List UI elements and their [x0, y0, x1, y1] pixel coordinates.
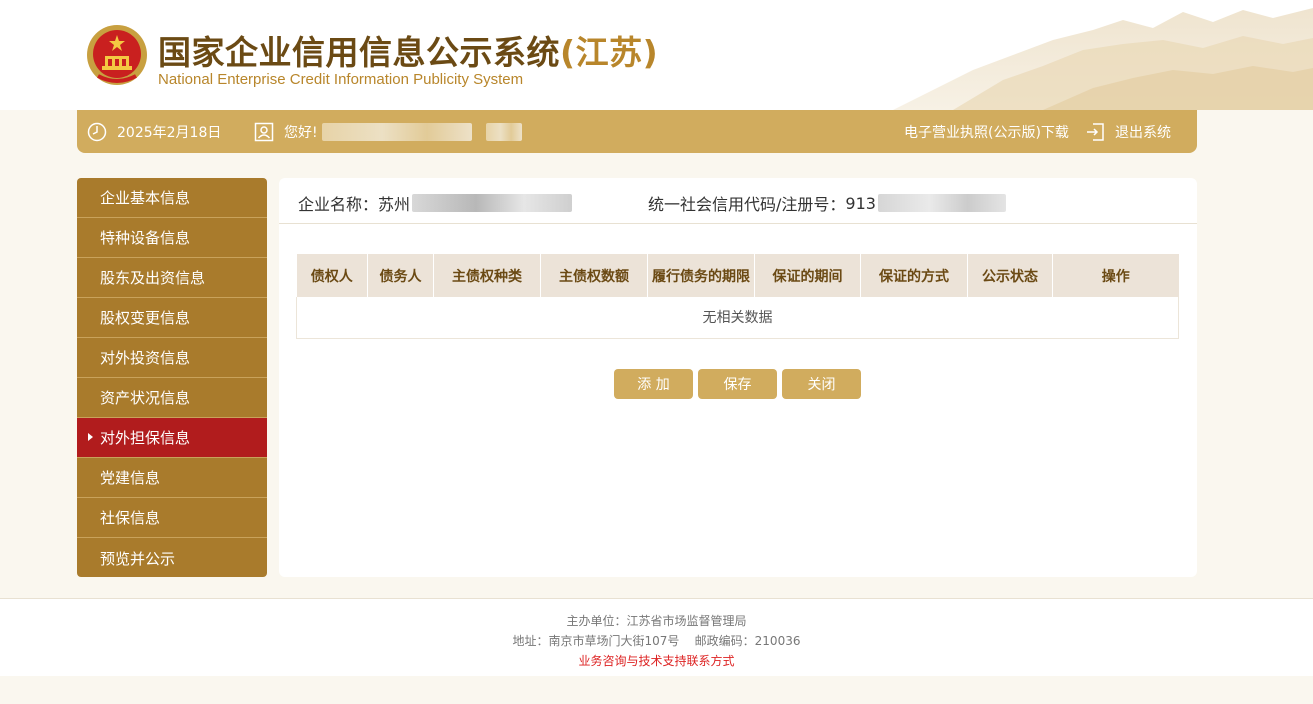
logout-icon — [1087, 122, 1104, 141]
logout-button[interactable]: 退出系统 — [1085, 110, 1171, 153]
sidebar-item-guarantee-label: 对外担保信息 — [100, 429, 191, 447]
sidebar-item-preview-publish[interactable]: 预览并公示 — [77, 538, 267, 577]
close-button[interactable]: 关闭 — [782, 369, 861, 399]
sidebar-item-social-security[interactable]: 社保信息 — [77, 498, 267, 538]
date-text: 2025年2月18日 — [117, 124, 222, 141]
footer-address: 地址：南京市草场门大街107号 邮政编码：210036 — [512, 634, 801, 648]
date-display: 2025年2月18日 — [87, 110, 221, 153]
col-guarantee-period: 保证的期间 — [754, 254, 861, 297]
add-button[interactable]: 添 加 — [614, 369, 693, 399]
table-header-row: 债权人 债务人 主债权种类 主债权数额 履行债务的期限 保证的期间 保证的方式 … — [296, 254, 1179, 297]
col-publish-status: 公示状态 — [967, 254, 1053, 297]
table-row: 无相关数据 — [296, 297, 1179, 339]
top-bar: 2025年2月18日 您好! 电子营业执照(公示版)下载 退出系统 — [77, 110, 1197, 153]
guarantee-table: 债权人 债务人 主债权种类 主债权数额 履行债务的期限 保证的期间 保证的方式 … — [296, 254, 1179, 339]
main-content: 企业名称： 苏州 统一社会信用代码/注册号： 913 债权人 债务人 主债权种类 主… — [279, 178, 1197, 577]
logout-text: 退出系统 — [1115, 124, 1171, 141]
sidebar-item-guarantee[interactable]: 对外担保信息 — [77, 418, 267, 458]
clock-icon — [87, 122, 107, 141]
col-actions: 操作 — [1052, 254, 1179, 297]
credit-code-field: 统一社会信用代码/注册号： 913 — [648, 191, 1006, 215]
license-download-link[interactable]: 电子营业执照(公示版)下载 — [904, 110, 1069, 153]
sidebar-item-shareholders[interactable]: 股东及出资信息 — [77, 258, 267, 298]
sidebar-item-investment[interactable]: 对外投资信息 — [77, 338, 267, 378]
col-creditor: 债权人 — [296, 254, 368, 297]
col-claim-type: 主债权种类 — [433, 254, 541, 297]
site-header: 国家企业信用信息公示系统(江苏) National Enterprise Cre… — [0, 0, 1313, 110]
redacted-username — [321, 122, 472, 141]
sidebar-item-basic-info[interactable]: 企业基本信息 — [77, 178, 267, 218]
company-name-label: 企业名称： — [298, 195, 379, 214]
redacted-username-extra — [485, 122, 522, 141]
footer-sponsor: 主办单位：江苏省市场监督管理局 — [566, 614, 747, 628]
site-region: (江苏) — [560, 33, 659, 72]
user-icon — [254, 122, 274, 141]
greeting-text: 您好! — [284, 124, 318, 141]
sidebar-item-party-building[interactable]: 党建信息 — [77, 458, 267, 498]
sidebar-item-assets[interactable]: 资产状况信息 — [77, 378, 267, 418]
action-buttons: 添 加 保存 关闭 — [614, 369, 861, 399]
col-debtor: 债务人 — [367, 254, 434, 297]
redacted-credit-code — [877, 194, 1006, 212]
user-greeting: 您好! — [254, 110, 522, 153]
site-title: 国家企业信用信息公示系统(江苏) — [158, 26, 658, 74]
site-footer: 主办单位：江苏省市场监督管理局 地址：南京市草场门大街107号 邮政编码：210… — [0, 598, 1313, 676]
col-claim-amount: 主债权数额 — [540, 254, 648, 297]
credit-code-value: 913 — [845, 193, 876, 213]
sidebar-nav: 企业基本信息 特种设备信息 股东及出资信息 股权变更信息 对外投资信息 资产状况… — [77, 178, 267, 577]
site-title-text: 国家企业信用信息公示系统 — [158, 33, 560, 72]
site-subtitle: National Enterprise Credit Information P… — [158, 71, 524, 88]
company-name-field: 企业名称： 苏州 — [298, 191, 573, 215]
redacted-company-name — [412, 194, 573, 212]
sidebar-item-equity-change[interactable]: 股权变更信息 — [77, 298, 267, 338]
save-button[interactable]: 保存 — [698, 369, 777, 399]
company-name-value: 苏州 — [378, 195, 411, 214]
col-debt-term: 履行债务的期限 — [647, 254, 755, 297]
credit-code-label: 统一社会信用代码/注册号： — [648, 195, 846, 214]
caret-right-icon — [88, 433, 93, 441]
company-info-bar: 企业名称： 苏州 统一社会信用代码/注册号： 913 — [279, 178, 1197, 224]
mountain-decoration-icon — [893, 0, 1313, 110]
footer-support-link[interactable]: 业务咨询与技术支持联系方式 — [0, 652, 1313, 669]
sidebar-item-special-equipment[interactable]: 特种设备信息 — [77, 218, 267, 258]
empty-state-text: 无相关数据 — [296, 297, 1179, 339]
col-guarantee-method: 保证的方式 — [860, 254, 968, 297]
national-emblem-icon — [87, 25, 147, 85]
